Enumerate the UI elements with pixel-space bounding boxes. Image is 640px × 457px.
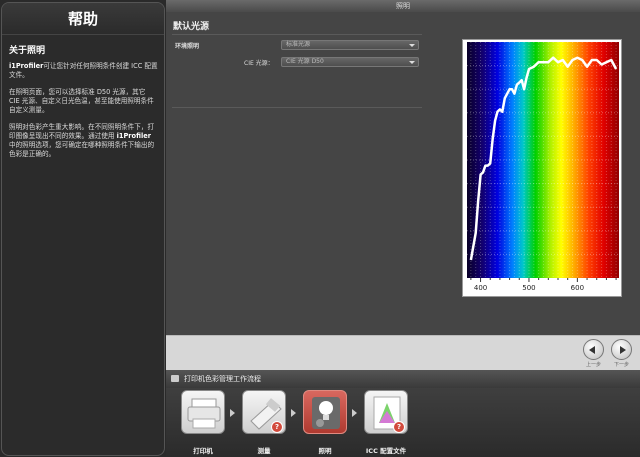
chevron-right-icon	[230, 409, 235, 417]
step-label: 照明	[318, 447, 332, 455]
back-label: 上一步	[586, 362, 602, 368]
navigation-bar: 上一步 下一步	[166, 335, 640, 370]
x-tick-label: 400	[474, 284, 487, 292]
x-axis: 400 500 600	[470, 278, 617, 292]
printer-icon	[187, 398, 221, 429]
illumination-step-tile	[303, 390, 347, 434]
illumination-panel: 默认光源 环境照明 标准光源 CIE 光源： CIE 光源 D50 400 50…	[166, 12, 640, 335]
ambient-label: 环境照明	[175, 43, 200, 50]
next-label: 下一步	[614, 362, 630, 368]
help-title: 帮助	[2, 3, 164, 35]
lightbulb-icon	[312, 397, 340, 429]
help-panel: 帮助 关于照明 i1Profiler可让您针对任何照明条件创建 ICC 配置文件…	[1, 2, 165, 456]
measure-step-tile: ?	[242, 390, 286, 434]
back-button[interactable]	[583, 339, 604, 360]
chevron-down-icon	[409, 61, 415, 64]
step-measure[interactable]: ? 测量	[236, 388, 292, 455]
help-paragraph-2: 在照明页面，您可以选择标准 D50 光源，其它 CIE 光源、自定义日光色温，甚…	[9, 88, 154, 114]
step-printer[interactable]: 打印机	[175, 388, 231, 455]
step-icc-profile[interactable]: ? ICC 配置文件	[358, 388, 414, 455]
step-label: ICC 配置文件	[365, 447, 407, 455]
help-text: 中的照明选项，您可确定在哪种照明条件下输出的色彩是正确的。	[9, 141, 155, 158]
step-label: 打印机	[193, 447, 213, 455]
chevron-down-icon	[409, 44, 415, 47]
divider	[172, 34, 422, 35]
cie-label: CIE 光源：	[244, 60, 274, 67]
page-title: 照明	[396, 2, 410, 10]
x-tick-label: 500	[522, 284, 535, 292]
page-title-bar: 照明	[166, 0, 640, 12]
ambient-dropdown[interactable]: 标准光源	[281, 40, 419, 50]
warning-badge-icon: ?	[393, 421, 405, 433]
cie-value: CIE 光源 D50	[286, 58, 324, 65]
next-button[interactable]	[611, 339, 632, 360]
arrow-left-icon	[589, 346, 595, 354]
icc-step-tile: ?	[364, 390, 408, 434]
chevron-right-icon	[352, 409, 357, 417]
brand-name: i1Profiler	[9, 62, 44, 70]
help-paragraph-3: 照明对色彩产生重大影响。在不同照明条件下，打印图像呈现出不同的效果。通过使用 i…	[9, 123, 158, 159]
workflow-title: 打印机色彩管理工作流程	[184, 375, 261, 383]
help-subtitle: 关于照明	[9, 46, 46, 56]
divider	[172, 107, 422, 108]
step-label: 测量	[257, 447, 271, 455]
arrow-right-icon	[620, 346, 626, 354]
help-paragraph-1: i1Profiler可让您针对任何照明条件创建 ICC 配置文件。	[9, 62, 158, 80]
x-tick-label: 600	[571, 284, 584, 292]
chevron-right-icon	[291, 409, 296, 417]
section-title: 默认光源	[173, 22, 210, 32]
printer-step-tile	[181, 390, 225, 434]
warning-badge-icon: ?	[271, 421, 283, 433]
spectrum-svg: 400 500 600	[467, 42, 619, 292]
cie-dropdown[interactable]: CIE 光源 D50	[281, 57, 419, 67]
ambient-value: 标准光源	[286, 41, 311, 48]
workflow-header: 打印机色彩管理工作流程	[166, 370, 640, 388]
step-illumination[interactable]: 照明	[297, 388, 353, 455]
printer-icon	[171, 375, 179, 382]
brand-name: i1Profiler	[116, 132, 151, 140]
workflow-steps: 打印机 ? 测量 照明 ? ICC 配置文件	[166, 388, 640, 457]
spectrum-chart: 400 500 600	[462, 39, 622, 297]
